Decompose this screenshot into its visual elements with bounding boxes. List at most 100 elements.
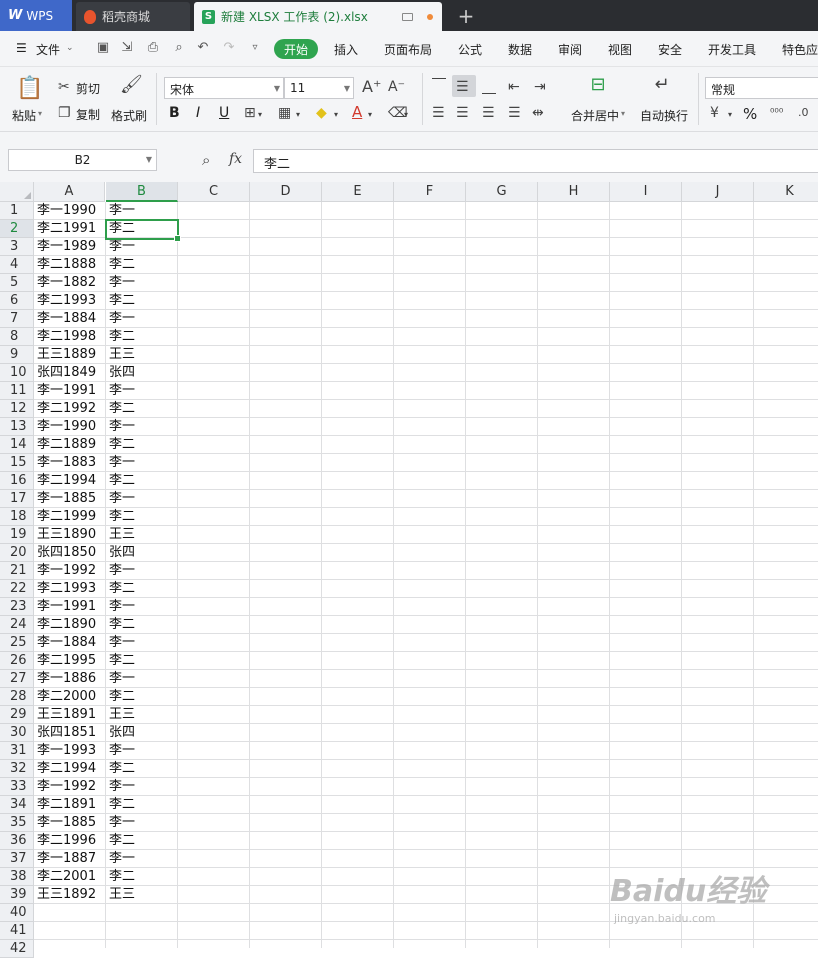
cell-b37[interactable]: 李一 (106, 850, 177, 868)
cell-a2[interactable]: 李二1991 (34, 220, 105, 238)
menu-insert[interactable]: 插入 (334, 41, 358, 58)
menu-page-layout[interactable]: 页面布局 (384, 41, 432, 58)
row-header[interactable]: 7 (0, 310, 34, 328)
format-painter-icon[interactable]: 🖌 (120, 76, 143, 99)
cell-a21[interactable]: 李一1992 (34, 562, 105, 580)
cell-a15[interactable]: 李一1883 (34, 454, 105, 472)
row-header[interactable]: 38 (0, 868, 34, 886)
cell-a8[interactable]: 李二1998 (34, 328, 105, 346)
number-format-select[interactable]: 常规 (705, 77, 818, 99)
cell-a17[interactable]: 李一1885 (34, 490, 105, 508)
cell-b22[interactable]: 李二 (106, 580, 177, 598)
row-header[interactable]: 35 (0, 814, 34, 832)
cell-style-icon[interactable]: ▦ (278, 105, 291, 121)
wrap-text-button[interactable]: 自动换行 (640, 107, 688, 124)
row-header[interactable]: 27 (0, 670, 34, 688)
copy-button[interactable]: 复制 (76, 106, 100, 123)
monitor-icon[interactable] (401, 12, 413, 21)
cell-b27[interactable]: 李一 (106, 670, 177, 688)
row-header[interactable]: 11 (0, 382, 34, 400)
menu-file[interactable]: 文件 (36, 41, 60, 58)
export-icon[interactable]: ⇲ (120, 41, 134, 55)
cell-a24[interactable]: 李二1890 (34, 616, 105, 634)
menu-data[interactable]: 数据 (508, 41, 532, 58)
customize-dropdown-icon[interactable]: ▿ (248, 41, 262, 55)
cell-a3[interactable]: 李一1989 (34, 238, 105, 256)
paste-dropdown-icon[interactable]: ▾ (38, 109, 42, 118)
row-header[interactable]: 10 (0, 364, 34, 382)
cell-a32[interactable]: 李二1994 (34, 760, 105, 778)
menu-review[interactable]: 审阅 (558, 41, 582, 58)
cell-b19[interactable]: 王三 (106, 526, 177, 544)
font-name-select[interactable]: 宋体 ▼ (164, 77, 284, 99)
cell-a19[interactable]: 王三1890 (34, 526, 105, 544)
zoom-icon[interactable]: ⌕ (202, 151, 210, 169)
cell-b28[interactable]: 李二 (106, 688, 177, 706)
cell-b31[interactable]: 李一 (106, 742, 177, 760)
increase-font-icon[interactable]: A⁺ (362, 79, 381, 95)
cell-a30[interactable]: 张四1851 (34, 724, 105, 742)
cell-b29[interactable]: 王三 (106, 706, 177, 724)
cell-b8[interactable]: 李二 (106, 328, 177, 346)
merge-center-button[interactable]: 合并居中 (571, 107, 619, 124)
cell-a23[interactable]: 李一1991 (34, 598, 105, 616)
chevron-down-icon[interactable]: ▾ (296, 107, 300, 123)
row-header[interactable]: 14 (0, 436, 34, 454)
border-icon[interactable]: ⊞ (244, 105, 256, 121)
row-header[interactable]: 5 (0, 274, 34, 292)
menu-special[interactable]: 特色应 (782, 41, 818, 58)
row-header[interactable]: 16 (0, 472, 34, 490)
cell-a1[interactable]: 李一1990 (34, 202, 105, 220)
column-header-g[interactable]: G (466, 182, 538, 202)
cell-a27[interactable]: 李一1886 (34, 670, 105, 688)
merge-dropdown-icon[interactable]: ▾ (621, 109, 625, 118)
menu-home[interactable]: 开始 (274, 39, 318, 59)
column-header-k[interactable]: K (754, 182, 818, 202)
cell-b17[interactable]: 李一 (106, 490, 177, 508)
chevron-down-icon[interactable]: ⌄ (66, 43, 74, 53)
tab-document[interactable]: S 新建 XLSX 工作表 (2).xlsx (194, 2, 442, 31)
cell-b21[interactable]: 李一 (106, 562, 177, 580)
cell-b32[interactable]: 李二 (106, 760, 177, 778)
cell-a9[interactable]: 王三1889 (34, 346, 105, 364)
row-header[interactable]: 34 (0, 796, 34, 814)
row-header[interactable]: 8 (0, 328, 34, 346)
cell-b7[interactable]: 李一 (106, 310, 177, 328)
increase-indent-icon[interactable]: ⇥ (534, 79, 546, 95)
bold-button[interactable]: B (169, 105, 180, 121)
row-header[interactable]: 36 (0, 832, 34, 850)
column-header-b[interactable]: B (106, 182, 178, 202)
cell-b38[interactable]: 李二 (106, 868, 177, 886)
increase-decimal-icon[interactable]: .0 (798, 105, 809, 121)
cell-a11[interactable]: 李一1991 (34, 382, 105, 400)
cut-button[interactable]: 剪切 (76, 80, 100, 97)
paste-button[interactable]: 粘贴 (12, 107, 36, 124)
thousands-separator-icon[interactable]: ⁰⁰⁰ (770, 105, 783, 121)
cell-a12[interactable]: 李二1992 (34, 400, 105, 418)
chevron-down-icon[interactable]: ▾ (404, 107, 408, 123)
row-header[interactable]: 3 (0, 238, 34, 256)
row-header[interactable]: 32 (0, 760, 34, 778)
row-header[interactable]: 31 (0, 742, 34, 760)
cell-b25[interactable]: 李一 (106, 634, 177, 652)
undo-icon[interactable]: ↶ (196, 41, 210, 55)
cell-a29[interactable]: 王三1891 (34, 706, 105, 724)
cell-a20[interactable]: 张四1850 (34, 544, 105, 562)
row-header[interactable]: 21 (0, 562, 34, 580)
column-header-a[interactable]: A (34, 182, 105, 202)
cell-a37[interactable]: 李一1887 (34, 850, 105, 868)
row-header[interactable]: 17 (0, 490, 34, 508)
cell-a4[interactable]: 李二1888 (34, 256, 105, 274)
row-header[interactable]: 41 (0, 922, 34, 940)
cell-b10[interactable]: 张四 (106, 364, 177, 382)
cell-b15[interactable]: 李一 (106, 454, 177, 472)
column-header-h[interactable]: H (538, 182, 610, 202)
cell-b36[interactable]: 李二 (106, 832, 177, 850)
cell-b20[interactable]: 张四 (106, 544, 177, 562)
menu-security[interactable]: 安全 (658, 41, 682, 58)
cell-a10[interactable]: 张四1849 (34, 364, 105, 382)
cell-b3[interactable]: 李一 (106, 238, 177, 256)
italic-button[interactable]: I (196, 105, 200, 121)
row-header[interactable]: 4 (0, 256, 34, 274)
cell-a5[interactable]: 李一1882 (34, 274, 105, 292)
